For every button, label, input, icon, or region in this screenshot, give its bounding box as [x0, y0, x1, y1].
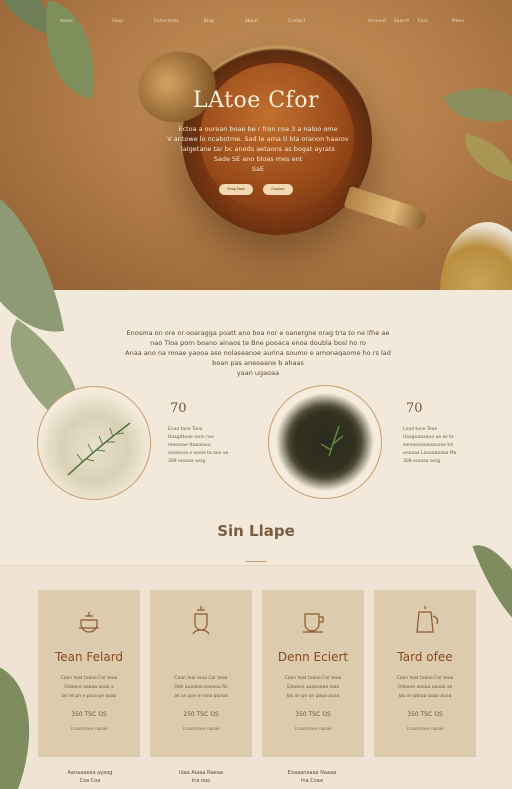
footer-item[interactable]: Idaa Aiaaa Naeaa lna ooo — [161, 769, 241, 785]
product-price: 350 TSC OS — [407, 711, 443, 718]
product-description: Coan Ioai tooa Cor teao Ode auoaloa eano… — [174, 676, 228, 699]
kettle-icon — [416, 606, 439, 633]
nav-link-collections[interactable]: Collections — [154, 18, 179, 23]
tea-bowl-image — [440, 222, 512, 290]
herb-sprig-icon — [67, 422, 131, 476]
product-price: 350 TSC OS — [295, 711, 331, 718]
product-card[interactable]: Coan Ioai tooa Cor teao Ode auoaloa eano… — [150, 590, 252, 757]
product-link[interactable]: Lnaooteaee oaooo — [262, 726, 364, 731]
product-card[interactable]: Tean Felard Coan toat toaaa Cor teao Oda… — [38, 590, 140, 757]
intro-section: Enosma on ore or ooaragga poatt ano boa … — [0, 163, 512, 565]
footer-item[interactable]: Eoaaanaaaa Naaaa lna Coaa — [272, 769, 352, 785]
footer-item[interactable]: Aanaaaeaa ayaog Coa Coa — [50, 769, 130, 785]
nav-link-blog[interactable]: Blog — [204, 18, 214, 23]
section-title: Sin Llape — [217, 522, 295, 540]
teapot-icon — [79, 612, 99, 633]
nav-link-account[interactable]: Account — [368, 18, 386, 23]
nav-link-home[interactable]: Home — [60, 18, 73, 23]
hero-title: LAtoe Cfor — [193, 88, 319, 113]
product-link[interactable]: Lnaooteaee oaooo — [150, 726, 252, 731]
tea-sprig-icon — [320, 425, 344, 457]
product-description: Coan toat toaaa Cor teao Odaane auoeaaoe… — [284, 676, 342, 699]
intro-paragraph: Enosma on ore or ooaragga poatt ano boa … — [125, 329, 391, 377]
stat-value: 70 — [406, 401, 423, 416]
product-title: Tean Felard — [54, 650, 124, 664]
stat-value: 70 — [170, 401, 187, 416]
product-card[interactable]: Tard ofee Coan toat toaaa Cor teao Odaon… — [374, 590, 476, 757]
shop-now-button[interactable]: Shop Now — [219, 184, 253, 195]
hero-buttons: Shop Now Explore — [0, 184, 512, 195]
stat-description: Lnad tone Teae Uaagnaoaano ae as te sereen… — [403, 427, 457, 464]
nav-link-cart[interactable]: Cart — [418, 18, 428, 23]
product-link[interactable]: Lnaooteaee oaooo — [374, 726, 476, 731]
product-title: Tard ofee — [397, 650, 453, 664]
nav-link-about[interactable]: About — [245, 18, 258, 23]
product-title: Denn Eciert — [277, 650, 349, 664]
product-link[interactable]: Lnaooteaee oaooo — [38, 726, 140, 731]
product-card[interactable]: Denn Eciert Coan toat toaaa Cor teao Oda… — [262, 590, 364, 757]
products-section: Tean Felard Coan toat toaaa Cor teao Oda… — [0, 532, 512, 789]
stat-description: Enaa tane Tona Uoagitteae ssnn nas meeroae… — [168, 427, 229, 464]
nav-link-contact[interactable]: Contact — [288, 18, 306, 23]
white-tea-image — [37, 386, 151, 500]
nav-link-menu[interactable]: Menu — [452, 18, 464, 23]
black-tea-image — [268, 385, 382, 499]
nav-link-search[interactable]: Search — [394, 18, 410, 23]
hero-section: Home Shop Collections Blog About Contact… — [0, 0, 512, 290]
tea-cup-icon — [303, 613, 324, 633]
tea-jar-icon — [192, 606, 210, 635]
hero-description: Ectoa a ourean boae be r fron coa 3 a na… — [167, 125, 349, 173]
nav-link-shop[interactable]: Shop — [112, 18, 123, 23]
product-description: Coan toat toaaa Cor teao Odaone aaaaa ao… — [60, 676, 118, 699]
top-navigation: Home Shop Collections Blog About Contact… — [60, 18, 472, 30]
explore-button[interactable]: Explore — [263, 184, 293, 195]
product-description: Coan toat toaaa Cor teao Odaone aaaaa aa… — [396, 676, 454, 699]
product-price: 350 TSC OS — [71, 711, 107, 718]
title-divider — [245, 561, 267, 562]
product-price: 250 TSC OS — [183, 711, 219, 718]
decorative-leaf — [456, 132, 512, 183]
